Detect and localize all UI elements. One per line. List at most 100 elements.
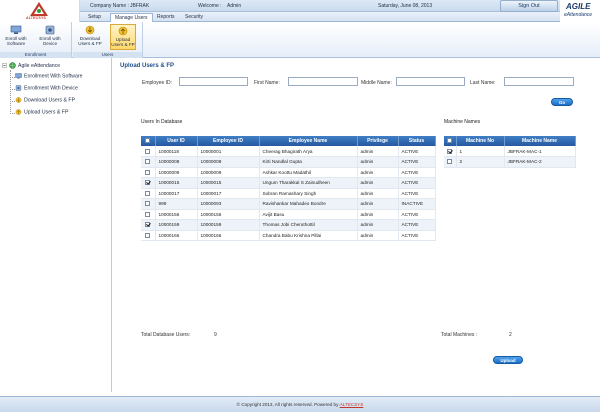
user-id-cell: 10000008 <box>155 156 198 168</box>
tree-item-download[interactable]: Download Users & FP <box>15 97 75 103</box>
status-cell: ACTIVE <box>398 219 436 231</box>
welcome-label: Welcome : <box>198 3 222 9</box>
collapse-icon <box>2 63 7 68</box>
user-id-cell: 10000118 <box>155 146 198 157</box>
company-logo: ALTECSYS <box>0 0 80 22</box>
machines-table: Machine No Machine Name 1 JBFRAK-MAC-1 2J… <box>444 136 576 168</box>
tab-setup[interactable]: Setup <box>84 13 105 22</box>
table-row[interactable]: 10000008 10000008 Kirti Nandlal Gupta admin… <box>141 156 436 168</box>
row-checkbox[interactable] <box>145 180 151 186</box>
tree-root[interactable]: Agile eAttendance <box>2 62 60 69</box>
table-row[interactable]: 10000159 10000159 Thomas Jobi Cheruthottil… <box>141 219 436 231</box>
employee-name-cell: Kirti Nandlal Gupta <box>259 156 358 168</box>
select-all-machines-checkbox[interactable] <box>444 136 457 146</box>
table-row[interactable]: 10000017 10000017 Sobran Ramashary Singh ad… <box>141 188 436 199</box>
enroll-with-software-button[interactable]: Enroll with Software <box>3 24 29 50</box>
column-header-status[interactable]: Status <box>398 136 436 146</box>
first-name-input[interactable] <box>288 77 358 86</box>
row-checkbox[interactable] <box>145 232 151 238</box>
tree-item-enrollment-software[interactable]: Enrollment With Software <box>15 73 83 79</box>
total-machines-label: Total Machines : <box>441 332 478 338</box>
enroll-with-device-button[interactable]: Enroll with Device <box>37 24 63 50</box>
table-row[interactable]: 2 JBFRAK-MAC-2 <box>444 156 576 168</box>
row-checkbox-cell[interactable] <box>141 198 156 210</box>
table-row[interactable]: 1 JBFRAK-MAC-1 <box>444 146 576 157</box>
row-checkbox-cell[interactable] <box>444 146 457 157</box>
row-checkbox[interactable] <box>145 190 151 196</box>
row-checkbox-cell[interactable] <box>141 188 156 199</box>
table-row[interactable]: 10000118 10000001 Cheerag Bhagirath Arya ad… <box>141 146 436 157</box>
tab-security[interactable]: Security <box>181 13 207 22</box>
machine-no-cell: 2 <box>456 156 505 168</box>
tab-manage-users[interactable]: Manage Users <box>110 13 153 22</box>
table-row[interactable]: 999 10000093 Ravishankar Mahadeo Bondre adm… <box>141 198 436 210</box>
employee-name-cell: Cheerag Bhagirath Arya <box>259 146 358 157</box>
row-checkbox[interactable] <box>447 148 453 154</box>
status-cell: ACTIVE <box>398 167 436 178</box>
logo-text: ALTECSYS <box>26 16 47 20</box>
machine-name-cell: JBFRAK-MAC-2 <box>504 156 576 168</box>
row-checkbox-cell[interactable] <box>141 209 156 220</box>
employee-id-cell: 10000156 <box>197 209 260 220</box>
footer-brand-link[interactable]: ALTECSYS <box>340 402 364 407</box>
tree-item-upload[interactable]: Upload Users & FP <box>15 109 68 115</box>
row-checkbox-cell[interactable] <box>141 177 156 189</box>
checkbox[interactable] <box>447 138 453 144</box>
middle-name-input[interactable] <box>396 77 465 86</box>
column-header-machine-name[interactable]: Machine Name <box>504 136 576 146</box>
column-header-employee-id[interactable]: Employee ID <box>197 136 260 146</box>
employee-name-cell: Ashkar Koottu Madathil <box>259 167 358 178</box>
row-checkbox[interactable] <box>447 159 453 165</box>
ribbon-group-users: Download Users & FP Upload Users & FP Us… <box>73 22 143 58</box>
first-name-label: First Name: <box>254 80 280 86</box>
sign-out-button[interactable]: Sign Out <box>500 0 558 12</box>
tree-item-enrollment-device[interactable]: Enrollment With Device <box>15 85 78 91</box>
column-header-privilege[interactable]: Privilege <box>357 136 399 146</box>
row-checkbox-cell[interactable] <box>141 156 156 168</box>
row-checkbox-cell[interactable] <box>141 219 156 231</box>
column-header-employee-name[interactable]: Employee Name <box>259 136 358 146</box>
ribbon-group-enrollment: Enroll with Software Enroll with Device … <box>0 22 72 58</box>
upload-icon <box>118 26 128 36</box>
brand-line1: AGILE <box>566 2 591 11</box>
row-checkbox[interactable] <box>145 211 151 217</box>
table-row[interactable]: 10000009 10000009 Ashkar Koottu Madathil ad… <box>141 167 436 178</box>
column-header-user-id[interactable]: User ID <box>155 136 198 146</box>
machine-no-cell: 1 <box>456 146 505 157</box>
enroll-with-software-label: Enroll with Software <box>5 36 27 46</box>
menu-bar: Setup Manage Users Reports Security <box>80 12 560 22</box>
last-name-input[interactable] <box>504 77 574 86</box>
machine-name-cell: JBFRAK-MAC-1 <box>504 146 576 157</box>
row-checkbox-cell[interactable] <box>141 230 156 241</box>
upload-button[interactable]: Upload <box>493 356 523 364</box>
upload-users-fp-button[interactable]: Upload Users & FP <box>110 24 136 50</box>
employee-name-cell: Sobran Ramashary Singh <box>259 188 358 199</box>
employee-name-cell: Ungum Tharakkal S Zainudheen <box>259 177 358 189</box>
download-users-fp-button[interactable]: Download Users & FP <box>77 24 103 50</box>
privilege-cell: admin <box>357 198 399 210</box>
row-checkbox[interactable] <box>145 201 151 207</box>
user-id-cell: 10000166 <box>155 230 198 241</box>
tab-reports[interactable]: Reports <box>153 13 179 22</box>
product-brand: AGILE eAttendance <box>560 0 600 22</box>
table-row[interactable]: 10000015 10000015 Ungum Tharakkal S Zainud… <box>141 177 436 189</box>
employee-id-input[interactable] <box>179 77 248 86</box>
row-checkbox-cell[interactable] <box>141 146 156 157</box>
table-row[interactable]: 10000166 10000166 Chandra Babu Krishna Pil… <box>141 230 436 241</box>
row-checkbox[interactable] <box>145 169 151 175</box>
table-row[interactable]: 10000156 10000156 Avijit Basu admin ACTIVE <box>141 209 436 220</box>
select-all-checkbox[interactable] <box>141 136 156 146</box>
row-checkbox[interactable] <box>145 148 151 154</box>
computer-icon <box>15 73 22 79</box>
row-checkbox-cell[interactable] <box>444 156 457 168</box>
checkbox[interactable] <box>145 138 151 144</box>
privilege-cell: admin <box>357 156 399 168</box>
total-machines-value: 2 <box>509 332 512 338</box>
go-button[interactable]: Go <box>551 98 573 106</box>
page-title: Upload Users & FP <box>120 63 175 69</box>
column-header-machine-no[interactable]: Machine No <box>456 136 505 146</box>
row-checkbox[interactable] <box>145 222 151 228</box>
row-checkbox-cell[interactable] <box>141 167 156 178</box>
privilege-cell: admin <box>357 188 399 199</box>
row-checkbox[interactable] <box>145 159 151 165</box>
